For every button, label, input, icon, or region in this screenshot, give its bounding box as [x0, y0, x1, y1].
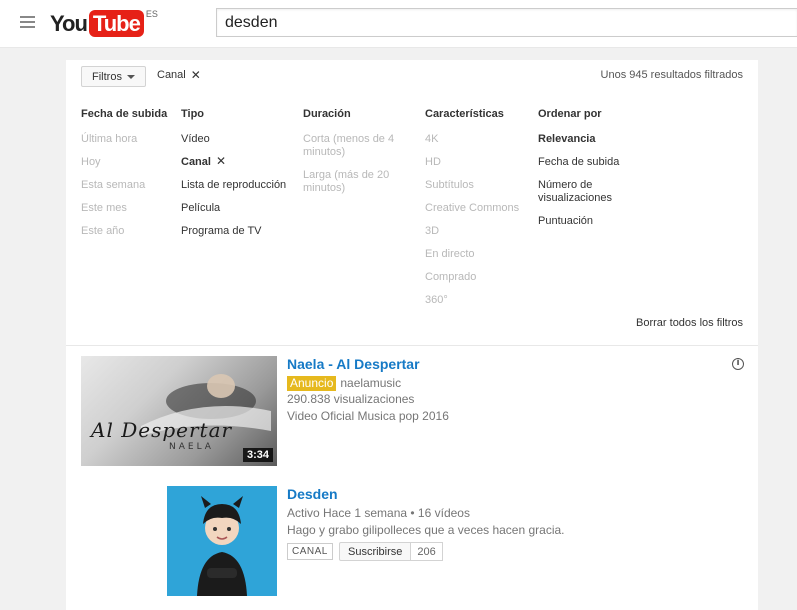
- channel-description: Hago y grabo gilipolleces que a veces ha…: [287, 523, 565, 537]
- video-duration: 3:34: [242, 448, 273, 462]
- remove-filter-icon[interactable]: ✕: [216, 155, 226, 167]
- filters-button-label: Filtros: [92, 70, 122, 83]
- filter-column-title: Ordenar por: [538, 108, 602, 120]
- filter-option-label: Larga (más de 20 minutos): [303, 169, 390, 194]
- filter-option-label: Relevancia: [538, 133, 596, 145]
- filter-option-label: Creative Commons: [425, 202, 520, 214]
- ad-info-icon[interactable]: i: [732, 358, 744, 370]
- filter-option: 3D: [425, 225, 533, 238]
- video-thumbnail[interactable]: Al Despertar NAELA 3:34: [81, 356, 277, 466]
- ad-channel-link[interactable]: naelamusic: [340, 376, 401, 390]
- filter-option: 4K: [425, 133, 533, 146]
- filter-option-label: 360°: [425, 294, 448, 306]
- filter-column-title: Tipo: [181, 108, 205, 120]
- ad-badge: Anuncio: [287, 376, 337, 391]
- active-filter-label: Canal: [157, 69, 186, 81]
- thumbnail-title-text: Al Despertar: [91, 418, 233, 442]
- filter-option-label: Puntuación: [538, 215, 594, 227]
- filter-option[interactable]: Programa de TV: [181, 225, 291, 238]
- masthead: You Tube ES: [0, 0, 797, 48]
- ad-meta-line: Anuncio naelamusic: [287, 376, 401, 391]
- caret-down-icon: [126, 74, 135, 79]
- hamburger-menu-icon[interactable]: [20, 16, 35, 28]
- filter-option: 360°: [425, 294, 533, 307]
- subscriber-count: 206: [411, 542, 443, 561]
- filter-option-label: HD: [425, 156, 441, 168]
- youtube-logo[interactable]: You Tube ES: [50, 9, 158, 37]
- filter-option-label: Número de visualizaciones: [538, 179, 612, 204]
- region-code: ES: [145, 9, 158, 19]
- filters-toggle-button[interactable]: Filtros: [81, 66, 146, 87]
- filter-option-label: Película: [181, 202, 221, 214]
- filter-column-title: Fecha de subida: [81, 108, 168, 120]
- filter-option: Hoy: [81, 156, 176, 169]
- filter-option[interactable]: Número de visualizaciones: [538, 179, 658, 205]
- filter-option-label: Este mes: [81, 202, 127, 214]
- logo-tube-text: Tube: [88, 10, 144, 37]
- video-title-link[interactable]: Naela - Al Despertar: [287, 356, 420, 372]
- filter-column: Características 4K HD Subtítulos Creative Co…: [425, 108, 533, 317]
- video-views: 290.838 visualizaciones: [287, 392, 415, 406]
- filter-option-label: Subtítulos: [425, 179, 474, 191]
- active-filter-chip[interactable]: Canal ✕: [157, 69, 201, 82]
- filter-option[interactable]: Relevancia: [538, 133, 658, 146]
- channel-meta: Activo Hace 1 semana • 16 vídeos: [287, 506, 470, 520]
- filter-option-label: Programa de TV: [181, 225, 262, 237]
- filter-option: Este año: [81, 225, 176, 238]
- filter-column-title: Características: [425, 108, 504, 120]
- channel-type-badge: CANAL: [287, 543, 333, 560]
- filter-option: Larga (más de 20 minutos): [303, 169, 413, 195]
- filter-option-label: Comprado: [425, 271, 477, 283]
- filter-option: Corta (menos de 4 minutos): [303, 133, 413, 159]
- filter-option: Creative Commons: [425, 202, 533, 215]
- channel-avatar-art: [167, 486, 277, 596]
- filter-option-label: Lista de reproducción: [181, 179, 287, 191]
- filter-option[interactable]: Canal ✕: [181, 155, 291, 169]
- filter-option: Subtítulos: [425, 179, 533, 192]
- filter-option[interactable]: Vídeo: [181, 133, 291, 146]
- divider: [66, 345, 758, 346]
- filter-option[interactable]: Fecha de subida: [538, 156, 658, 169]
- filter-option[interactable]: Puntuación: [538, 215, 658, 228]
- remove-filter-icon[interactable]: ✕: [191, 69, 201, 81]
- channel-title-link[interactable]: Desden: [287, 486, 338, 502]
- filter-column: Fecha de subida Última hora Hoy Esta semana…: [81, 108, 176, 248]
- filter-option-label: Hoy: [81, 156, 101, 168]
- logo-you-text: You: [50, 11, 88, 36]
- filter-option-label: Esta semana: [81, 179, 146, 191]
- video-description: Video Oficial Musica pop 2016: [287, 409, 449, 423]
- filter-option: Esta semana: [81, 179, 176, 192]
- filter-option: Última hora: [81, 133, 176, 146]
- filter-option-label: 4K: [425, 133, 439, 145]
- filter-column: Ordenar por Relevancia Fecha de subida Núme…: [538, 108, 658, 238]
- filter-option-label: Vídeo: [181, 133, 210, 145]
- filter-bar: Filtros Canal ✕ Unos 945 resultados filt…: [66, 60, 758, 90]
- thumbnail-artist-text: NAELA: [169, 442, 214, 452]
- filter-option[interactable]: Película: [181, 202, 291, 215]
- filter-option-label: Canal: [181, 156, 211, 168]
- subscribe-group: Suscribirse 206: [339, 542, 443, 561]
- results-card: Filtros Canal ✕ Unos 945 resultados filt…: [66, 60, 758, 610]
- filter-option-label: Fecha de subida: [538, 156, 620, 168]
- search-input[interactable]: [216, 8, 797, 37]
- filter-option-label: Corta (menos de 4 minutos): [303, 133, 395, 158]
- clear-all-filters-link[interactable]: Borrar todos los filtros: [636, 317, 743, 329]
- filter-option[interactable]: Lista de reproducción: [181, 179, 291, 192]
- filter-option-label: 3D: [425, 225, 440, 237]
- result-count: Unos 945 resultados filtrados: [600, 69, 743, 81]
- filter-option: Este mes: [81, 202, 176, 215]
- filter-option: En directo: [425, 248, 533, 261]
- filter-column-title: Duración: [303, 108, 351, 120]
- filter-column: Tipo Vídeo Canal ✕ Lista de reproducción Pelí…: [181, 108, 291, 248]
- filter-option: Comprado: [425, 271, 533, 284]
- filter-column: Duración Corta (menos de 4 minutos) Larga …: [303, 108, 413, 205]
- filter-option-label: Última hora: [81, 133, 138, 145]
- filter-option: HD: [425, 156, 533, 169]
- filter-option-label: Este año: [81, 225, 125, 237]
- filter-option-label: En directo: [425, 248, 475, 260]
- subscribe-button[interactable]: Suscribirse: [339, 542, 412, 561]
- channel-avatar[interactable]: [167, 486, 277, 596]
